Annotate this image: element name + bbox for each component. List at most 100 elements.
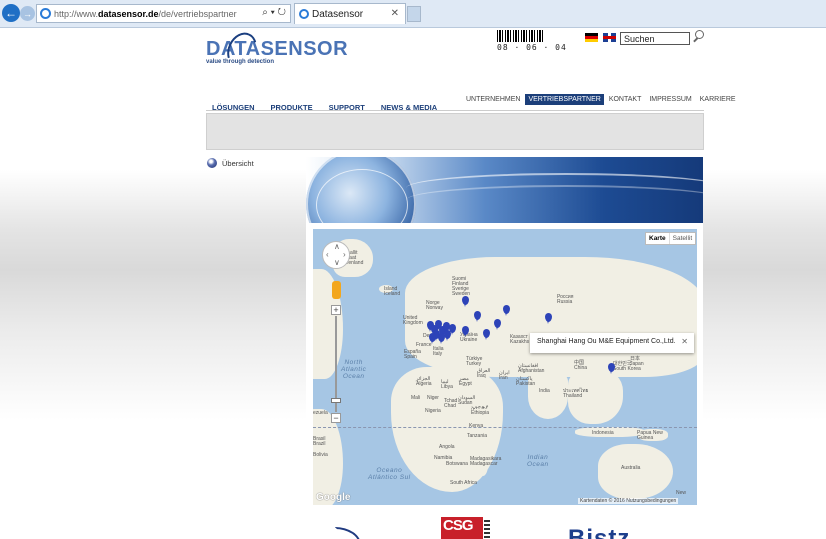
url-prefix: http://www. (54, 8, 99, 19)
tab-close-icon[interactable]: ✕ (391, 8, 399, 19)
label-venezuela: ezuela (313, 410, 328, 416)
partner-logo-blue[interactable]: Bistz (568, 527, 630, 539)
google-map[interactable]: Kalaallit Nunaat Greenland Island Icelan… (313, 229, 697, 505)
tab-favicon-icon (299, 9, 309, 19)
address-tools[interactable]: ⌕ ▾ ↻ (262, 7, 286, 18)
logo-arc-icon (221, 27, 263, 73)
sidebar-item-overview[interactable]: Übersicht (207, 158, 254, 168)
german-flag-icon[interactable] (585, 33, 598, 42)
pan-right-icon[interactable]: › (343, 250, 346, 259)
url-domain: datasensor.de (98, 8, 159, 19)
subnav-item-karriere[interactable]: KARRIERE (697, 94, 739, 105)
barcode-number: 08 · 06 · 04 (497, 43, 567, 52)
info-window-text: Shanghai Hang Ou M&E Equipment Co.,Ltd. (537, 338, 676, 345)
zoom-in-button[interactable]: + (331, 305, 341, 315)
label-new-zealand: New (676, 490, 687, 496)
pan-up-icon[interactable]: ∧ (334, 242, 340, 251)
label-kazakhstan: Казахст Kazakhs (510, 334, 530, 345)
map-type-map-button[interactable]: Karte (646, 233, 669, 244)
google-logo[interactable]: Google (316, 492, 350, 503)
header-banner (306, 157, 703, 223)
label-bolivia: Bolivia (313, 452, 328, 458)
subnav-item-vertriebspartner[interactable]: VERTRIEBSPARTNER (525, 94, 604, 105)
label-iraq: العراق Iraq (477, 368, 491, 379)
label-botswana: Botswana (446, 461, 468, 467)
label-mali: Mali (411, 395, 421, 401)
label-madagascar: Madagasikara Madagascar (470, 456, 502, 467)
forward-arrow-icon: → (23, 8, 32, 19)
subnav-item-kontakt[interactable]: KONTAKT (606, 94, 645, 105)
back-button[interactable]: ← (2, 4, 20, 22)
browser-toolbar: ← → http://www. datasensor.de/de/vertrieb… (0, 0, 826, 28)
search-icon[interactable] (692, 30, 704, 44)
zoom-out-button[interactable]: − (331, 413, 341, 423)
land-australia (598, 444, 673, 499)
map-credits[interactable]: Kartendaten © 2016 Nutzungsbedingungen (578, 498, 679, 504)
address-bar[interactable]: http://www. datasensor.de/de/vertriebspar… (36, 4, 291, 23)
sidebar-item-label: Übersicht (222, 158, 254, 168)
barcode-icon (497, 30, 543, 42)
globe-icon (306, 157, 416, 223)
english-flag-icon[interactable] (603, 33, 616, 42)
info-window-close-icon[interactable]: ✕ (681, 337, 688, 346)
label-china: 中国 China (574, 360, 588, 371)
ocean-south-atlantic: Oceano Atlántico Sul (368, 467, 411, 481)
label-papua: Papua New Guinea (637, 430, 663, 441)
label-spain: España Spain (404, 349, 421, 360)
label-ethiopia: ኢትዮጵያ Ethiopia (471, 405, 490, 416)
equator-line (313, 427, 697, 428)
map-info-window: Shanghai Hang Ou M&E Equipment Co.,Ltd. … (530, 333, 694, 353)
label-australia: Australia (621, 465, 641, 471)
map-type-control: Karte Satellit (645, 232, 697, 245)
forward-button[interactable]: → (20, 6, 35, 21)
label-libya: ليبيا Libya (441, 379, 453, 390)
map-type-satellite-button[interactable]: Satellit (668, 233, 696, 244)
ie-icon (40, 8, 51, 19)
label-ukraine: Україна Ukraine (460, 332, 478, 343)
label-afghanistan: افغانستان Afghanistan (518, 363, 545, 374)
tab-title: Datasensor (312, 8, 364, 20)
pan-down-icon[interactable]: ∨ (334, 258, 340, 267)
label-niger: Niger (427, 395, 439, 401)
browser-tab[interactable]: Datasensor ✕ (294, 3, 406, 24)
label-iran: ایران Iran (499, 370, 510, 381)
submenu-bar (206, 113, 704, 150)
bullet-icon (207, 158, 217, 168)
subnav-item-unternehmen[interactable]: UNTERNEHMEN (463, 94, 523, 105)
back-arrow-icon: ← (5, 6, 17, 20)
label-algeria: الجزائر Algeria (416, 376, 432, 387)
partner-logo-arc[interactable] (335, 527, 361, 539)
label-italy: Italia Italy (433, 346, 444, 357)
label-nigeria: Nigeria (425, 408, 441, 414)
search-input[interactable] (620, 32, 690, 45)
label-tanzania: Tanzania (467, 433, 488, 439)
label-norway: Norge Norway (426, 300, 443, 311)
label-thailand: ประเทศไทย Thailand (563, 388, 589, 399)
sub-navigation: UNTERNEHMEN VERTRIEBSPARTNER KONTAKT IMPRES… (463, 94, 741, 105)
street-view-pegman-icon[interactable] (332, 281, 341, 299)
label-turkey: Türkiye Turkey (466, 356, 483, 367)
label-pakistan: پاکستان Pakistan (516, 376, 536, 387)
ocean-north-atlantic: North Atlantic Ocean (341, 359, 367, 380)
zoom-slider-thumb[interactable] (331, 398, 341, 403)
label-iceland: Island Iceland (384, 286, 401, 297)
url-path: /de/vertriebspartner (158, 8, 237, 19)
label-chad: Tchad Chad (444, 398, 458, 409)
ocean-indian: Indian Ocean (527, 454, 549, 468)
nav-divider (206, 110, 704, 111)
label-russia: Россия Russia (557, 294, 574, 305)
label-japan: 日本 Japan (630, 356, 644, 367)
partner-logo-csg[interactable]: CSG (441, 517, 490, 539)
label-brazil: Brasil Brazil (313, 436, 326, 447)
label-angola: Angola (439, 444, 455, 450)
label-south-africa: South Africa (450, 480, 477, 486)
label-indonesia: Indonesia (592, 430, 614, 436)
label-egypt: مصر Egypt (459, 376, 472, 387)
subnav-item-impressum[interactable]: IMPRESSUM (646, 94, 694, 105)
pan-left-icon[interactable]: ‹ (326, 250, 329, 259)
label-india: India (539, 388, 550, 394)
pan-control[interactable]: ∧ ∨ ‹ › (322, 241, 350, 269)
new-tab-button[interactable] (407, 6, 421, 22)
label-scandinavia: Suomi Finland Sverige Sweden (452, 276, 471, 297)
site-logo[interactable]: DATASENSOR value through detection (206, 27, 348, 73)
